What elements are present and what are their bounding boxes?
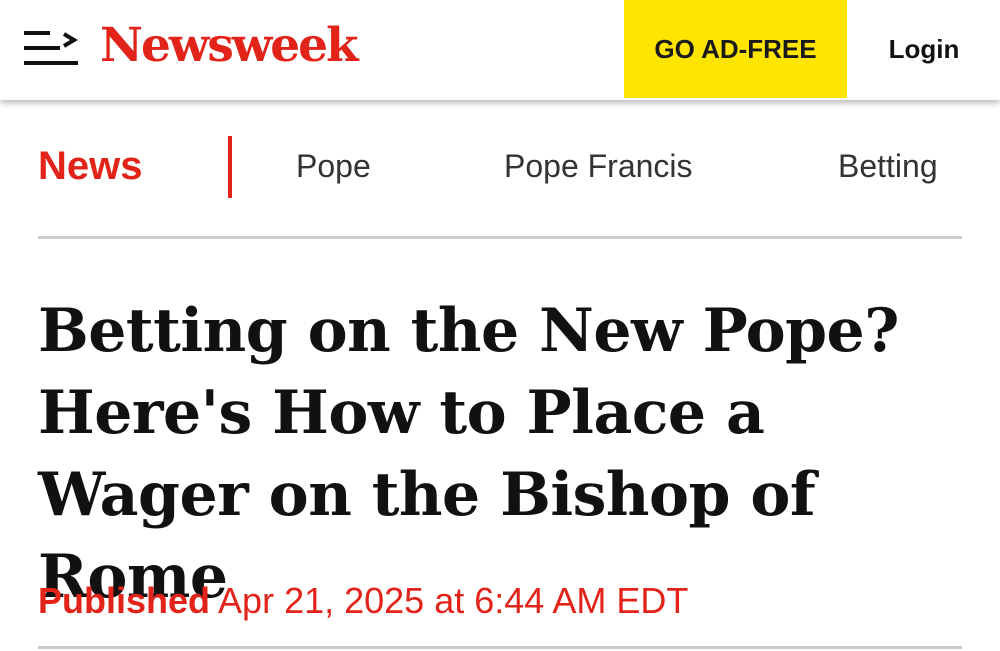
published-label: Published [38,580,211,621]
nav-section-news[interactable]: News [38,144,143,189]
nav-tag-betting[interactable]: Betting [838,148,938,185]
login-button[interactable]: Login [868,0,980,98]
menu-button[interactable] [22,28,80,68]
site-header: Newsweek GO AD-FREE Login [0,0,1000,100]
published-line: Published Apr 21, 2025 at 6:44 AM EDT [38,580,688,622]
divider-bottom [38,646,962,649]
section-nav: News Pope Pope Francis Betting [0,130,1000,202]
nav-divider [228,136,232,198]
divider-top [38,236,962,239]
published-date: Apr 21, 2025 at 6:44 AM EDT [218,580,689,621]
article-headline: Betting on the New Pope? Here's How to P… [38,296,899,612]
newsweek-logo[interactable]: Newsweek [100,16,359,76]
menu-icon [24,31,78,65]
nav-tag-pope[interactable]: Pope [296,148,371,185]
go-ad-free-button[interactable]: GO AD-FREE [624,0,847,98]
nav-tag-pope-francis[interactable]: Pope Francis [504,148,693,185]
